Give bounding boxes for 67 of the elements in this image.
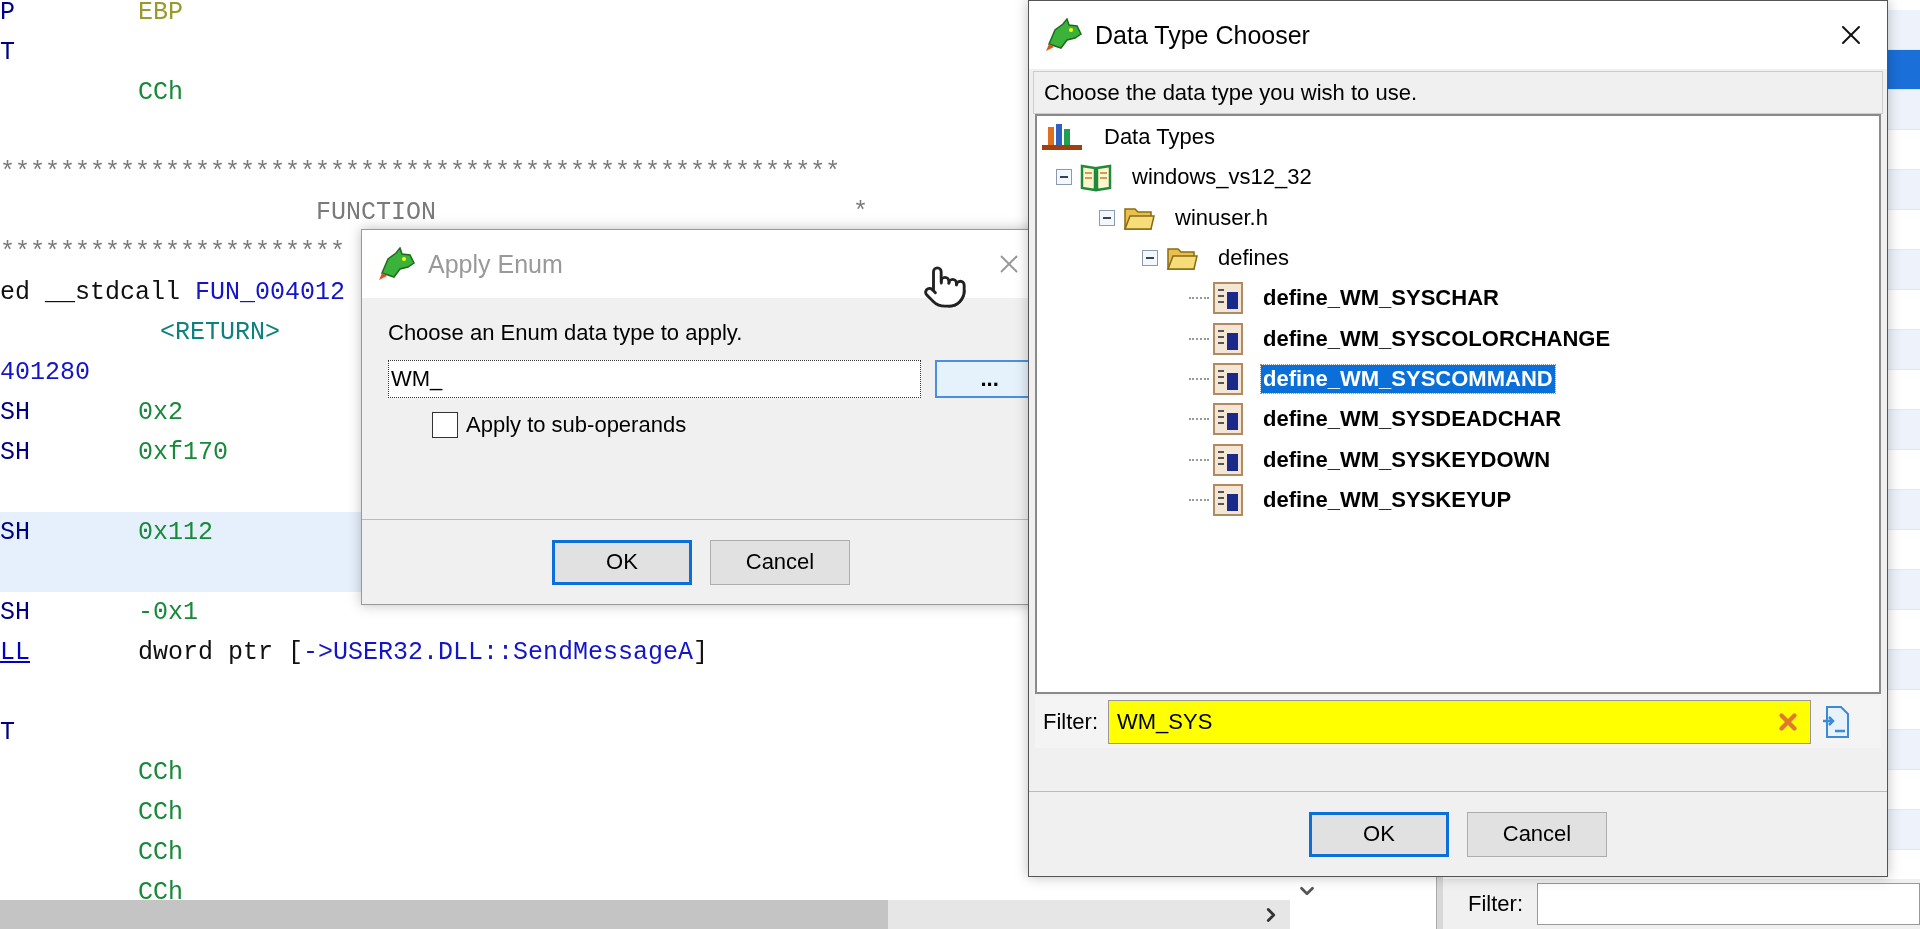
enum-type-icon <box>1213 403 1243 436</box>
mnemonic-text: T <box>0 37 16 67</box>
operand-text: 0xf170 <box>138 437 228 467</box>
export-icon[interactable] <box>1821 705 1851 739</box>
dragon-icon <box>1045 18 1083 52</box>
enum-type-icon <box>1213 282 1243 315</box>
filter-field[interactable] <box>1537 883 1920 925</box>
checkbox-label: Apply to sub-operands <box>466 412 687 438</box>
symbol-link[interactable]: ->USER32.DLL::SendMessageA <box>303 637 694 667</box>
operand-text: CCh <box>138 797 183 827</box>
function-banner-title: FUNCTION <box>316 197 437 227</box>
banner-text: *********************** <box>0 237 346 267</box>
enum-type-icon <box>1213 483 1243 516</box>
horizontal-scrollbar[interactable] <box>0 900 1290 929</box>
signature-text: ed __stdcall <box>0 277 182 307</box>
ok-button[interactable]: OK <box>1309 811 1449 857</box>
operand-text: CCh <box>138 837 183 867</box>
prompt-text: Choose an Enum data type to apply. <box>388 320 744 346</box>
dialog-title: Apply Enum <box>428 249 563 279</box>
operand-text: dword ptr [ <box>138 637 304 667</box>
filter-label: Filter: <box>1468 891 1523 917</box>
ok-button[interactable]: OK <box>552 539 692 585</box>
return-label: <RETURN> <box>160 317 281 347</box>
filter-field[interactable]: WM_SYS <box>1108 700 1811 744</box>
mnemonic-text: SH <box>0 437 31 467</box>
operand-text: ] <box>693 637 709 667</box>
collapse-toggle[interactable] <box>1099 209 1115 226</box>
address-label: 401280 <box>0 357 90 387</box>
prompt-text: Choose the data type you wish to use. <box>1033 71 1883 114</box>
operand-text: -0x1 <box>138 597 198 627</box>
cancel-button[interactable]: Cancel <box>710 539 850 585</box>
operand-text: CCh <box>138 77 183 107</box>
operand-text: CCh <box>138 757 183 787</box>
operand-text: 0x112 <box>138 517 213 547</box>
operand-text: CCh <box>138 877 183 900</box>
mnemonic-text: SH <box>0 517 31 547</box>
enum-type-icon <box>1213 362 1243 395</box>
dragon-icon <box>378 247 416 281</box>
tree-item[interactable]: windows_vs12_32 <box>1130 163 1314 192</box>
operand-text: 0x2 <box>138 397 183 427</box>
tree-item[interactable]: define_WM_SYSDEADCHAR <box>1261 405 1564 434</box>
tree-item[interactable]: define_WM_SYSCHAR <box>1261 284 1501 313</box>
cancel-button[interactable]: Cancel <box>1467 811 1607 857</box>
enum-type-icon <box>1213 322 1243 355</box>
mnemonic-link[interactable]: LL <box>0 637 138 667</box>
filter-label: Filter: <box>1043 709 1098 735</box>
tree-item[interactable]: define_WM_SYSCOLORCHANGE <box>1261 324 1613 353</box>
mnemonic-text: P <box>0 0 16 27</box>
collapse-toggle[interactable] <box>1056 169 1072 186</box>
dialog-title: Data Type Chooser <box>1095 20 1310 50</box>
banner-text: * <box>853 197 869 227</box>
mnemonic-text: SH <box>0 597 31 627</box>
banner-text: ******************************************************** <box>0 157 841 187</box>
function-name-link[interactable]: FUN_004012 <box>195 277 346 307</box>
collapse-toggle[interactable] <box>1142 250 1158 267</box>
enum-type-icon <box>1213 443 1243 476</box>
checkbox[interactable] <box>432 412 458 438</box>
tree-item[interactable]: define_WM_SYSCOMMAND <box>1261 364 1555 393</box>
tree-item[interactable]: define_WM_SYSKEYUP <box>1261 485 1514 514</box>
enum-type-field[interactable]: WM_ <box>388 360 922 398</box>
operand-text: EBP <box>138 0 183 27</box>
mnemonic-text: SH <box>0 397 31 427</box>
tree-item[interactable]: defines <box>1216 244 1291 273</box>
tree-item[interactable]: winuser.h <box>1173 203 1270 232</box>
tree-item[interactable]: Data Types <box>1102 123 1217 152</box>
tree-item[interactable]: define_WM_SYSKEYDOWN <box>1261 445 1553 474</box>
mnemonic-text: T <box>0 717 16 747</box>
